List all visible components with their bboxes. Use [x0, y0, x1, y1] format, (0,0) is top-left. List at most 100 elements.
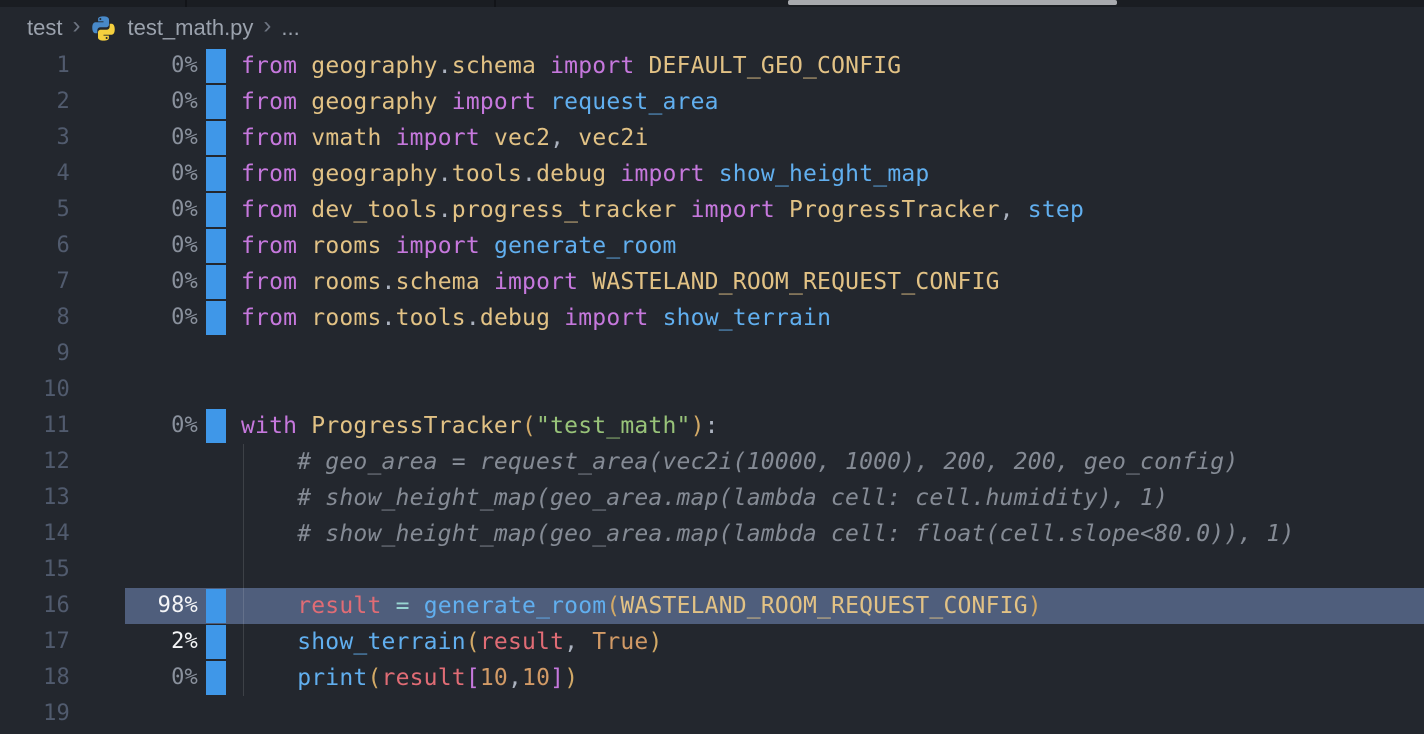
code-row[interactable]: 60%from rooms import generate_room	[0, 228, 1424, 264]
code-row[interactable]: 50%from dev_tools.progress_tracker impor…	[0, 192, 1424, 228]
code-token: result	[382, 665, 466, 691]
code-row[interactable]: 10%from geography.schema import DEFAULT_…	[0, 48, 1424, 84]
coverage-block	[206, 157, 226, 191]
line-number: 4	[0, 156, 70, 192]
code-row[interactable]: 110%with ProgressTracker("test_math"):	[0, 408, 1424, 444]
code-token: show_terrain	[297, 629, 466, 655]
horizontal-scrollbar-thumb[interactable]	[788, 0, 1117, 5]
code-line: result = generate_room(WASTELAND_ROOM_RE…	[241, 588, 1042, 624]
code-row[interactable]: 40%from geography.tools.debug import sho…	[0, 156, 1424, 192]
coverage-block	[206, 625, 226, 659]
line-number: 15	[0, 552, 70, 588]
code-row[interactable]: 12 # geo_area = request_area(vec2i(10000…	[0, 444, 1424, 480]
code-line: from dev_tools.progress_tracker import P…	[241, 192, 1084, 228]
code-token: result	[480, 629, 564, 655]
editor[interactable]: 10%from geography.schema import DEFAULT_…	[0, 48, 1424, 732]
code-row[interactable]: 80%from rooms.tools.debug import show_te…	[0, 300, 1424, 336]
coverage-percent: 0%	[70, 228, 198, 264]
breadcrumb-symbol[interactable]: ...	[281, 15, 299, 41]
code-token	[1014, 197, 1028, 223]
code-token: from	[241, 89, 297, 115]
code-token: generate_room	[424, 593, 607, 619]
code-token	[578, 269, 592, 295]
code-token: vec2	[494, 125, 550, 151]
indent-guide	[243, 444, 244, 696]
code-token	[578, 629, 592, 655]
code-line: from geography.schema import DEFAULT_GEO…	[241, 48, 901, 84]
code-token: result	[297, 593, 381, 619]
coverage-percent: 0%	[70, 84, 198, 120]
code-token	[705, 161, 719, 187]
code-token: =	[396, 593, 410, 619]
code-token	[382, 125, 396, 151]
line-number: 14	[0, 516, 70, 552]
code-token	[241, 593, 297, 619]
code-row[interactable]: 172% show_terrain(result, True)	[0, 624, 1424, 660]
code-token: ProgressTracker	[789, 197, 1000, 223]
tab-bar-remnant	[0, 0, 1424, 7]
code-row[interactable]: 14 # show_height_map(geo_area.map(lambda…	[0, 516, 1424, 552]
breadcrumb-file[interactable]: test_math.py	[127, 15, 253, 41]
coverage-block	[206, 85, 226, 119]
code-token	[297, 269, 311, 295]
code-line: from geography import request_area	[241, 84, 719, 120]
code-token: from	[241, 269, 297, 295]
code-line: from rooms.schema import WASTELAND_ROOM_…	[241, 264, 1000, 300]
coverage-percent: 0%	[70, 408, 198, 444]
code-line: # geo_area = request_area(vec2i(10000, 1…	[241, 444, 1238, 480]
code-row[interactable]: 13 # show_height_map(geo_area.map(lambda…	[0, 480, 1424, 516]
chevron-right-icon: ›	[263, 14, 271, 38]
code-token	[241, 665, 297, 691]
code-token: :	[705, 413, 719, 439]
code-row[interactable]: 10	[0, 372, 1424, 408]
code-token: 10	[480, 665, 508, 691]
code-row[interactable]: 9	[0, 336, 1424, 372]
line-number: 2	[0, 84, 70, 120]
code-token: .	[438, 161, 452, 187]
coverage-block	[206, 589, 226, 623]
code-token: WASTELAND_ROOM_REQUEST_CONFIG	[592, 269, 999, 295]
code-token: rooms	[311, 305, 381, 331]
line-number: 12	[0, 444, 70, 480]
chevron-right-icon: ›	[72, 14, 80, 38]
code-token	[297, 197, 311, 223]
code-token: show_height_map	[719, 161, 930, 187]
code-line: from geography.tools.debug import show_h…	[241, 156, 929, 192]
code-row[interactable]: 20% from geography import request_area	[0, 84, 1424, 120]
line-number: 6	[0, 228, 70, 264]
code-token	[677, 197, 691, 223]
code-token	[382, 233, 396, 259]
code-row[interactable]: 70%from rooms.schema import WASTELAND_RO…	[0, 264, 1424, 300]
code-row[interactable]: 30%from vmath import vec2, vec2i	[0, 120, 1424, 156]
coverage-percent: 0%	[70, 660, 198, 696]
code-row[interactable]: 180% print(result[10,10])	[0, 660, 1424, 696]
code-token: import	[691, 197, 775, 223]
code-line: from vmath import vec2, vec2i	[241, 120, 649, 156]
code-token: )	[1028, 593, 1042, 619]
code-token: rooms	[311, 233, 381, 259]
code-token: (	[367, 665, 381, 691]
code-token	[480, 233, 494, 259]
code-row[interactable]: 15	[0, 552, 1424, 588]
code-token: rooms	[311, 269, 381, 295]
tab-separator	[494, 0, 496, 7]
coverage-percent: 0%	[70, 300, 198, 336]
code-row[interactable]: 1698% result = generate_room(WASTELAND_R…	[0, 588, 1424, 624]
code-token: WASTELAND_ROOM_REQUEST_CONFIG	[620, 593, 1027, 619]
code-row[interactable]: 19	[0, 696, 1424, 732]
breadcrumb-folder[interactable]: test	[27, 15, 62, 41]
coverage-percent: 98%	[70, 588, 198, 624]
code-token: # show_height_map(geo_area.map(lambda ce…	[297, 521, 1294, 547]
code-token: (	[522, 413, 536, 439]
breadcrumb: test › test_math.py › ...	[0, 7, 1424, 48]
code-token: print	[297, 665, 367, 691]
coverage-block	[206, 661, 226, 695]
line-number: 9	[0, 336, 70, 372]
code-token: import	[564, 305, 648, 331]
code-token	[297, 161, 311, 187]
code-token: # show_height_map(geo_area.map(lambda ce…	[297, 485, 1168, 511]
code-token	[382, 593, 396, 619]
code-token: DEFAULT_GEO_CONFIG	[648, 53, 901, 79]
code-token: from	[241, 233, 297, 259]
code-token: .	[382, 269, 396, 295]
